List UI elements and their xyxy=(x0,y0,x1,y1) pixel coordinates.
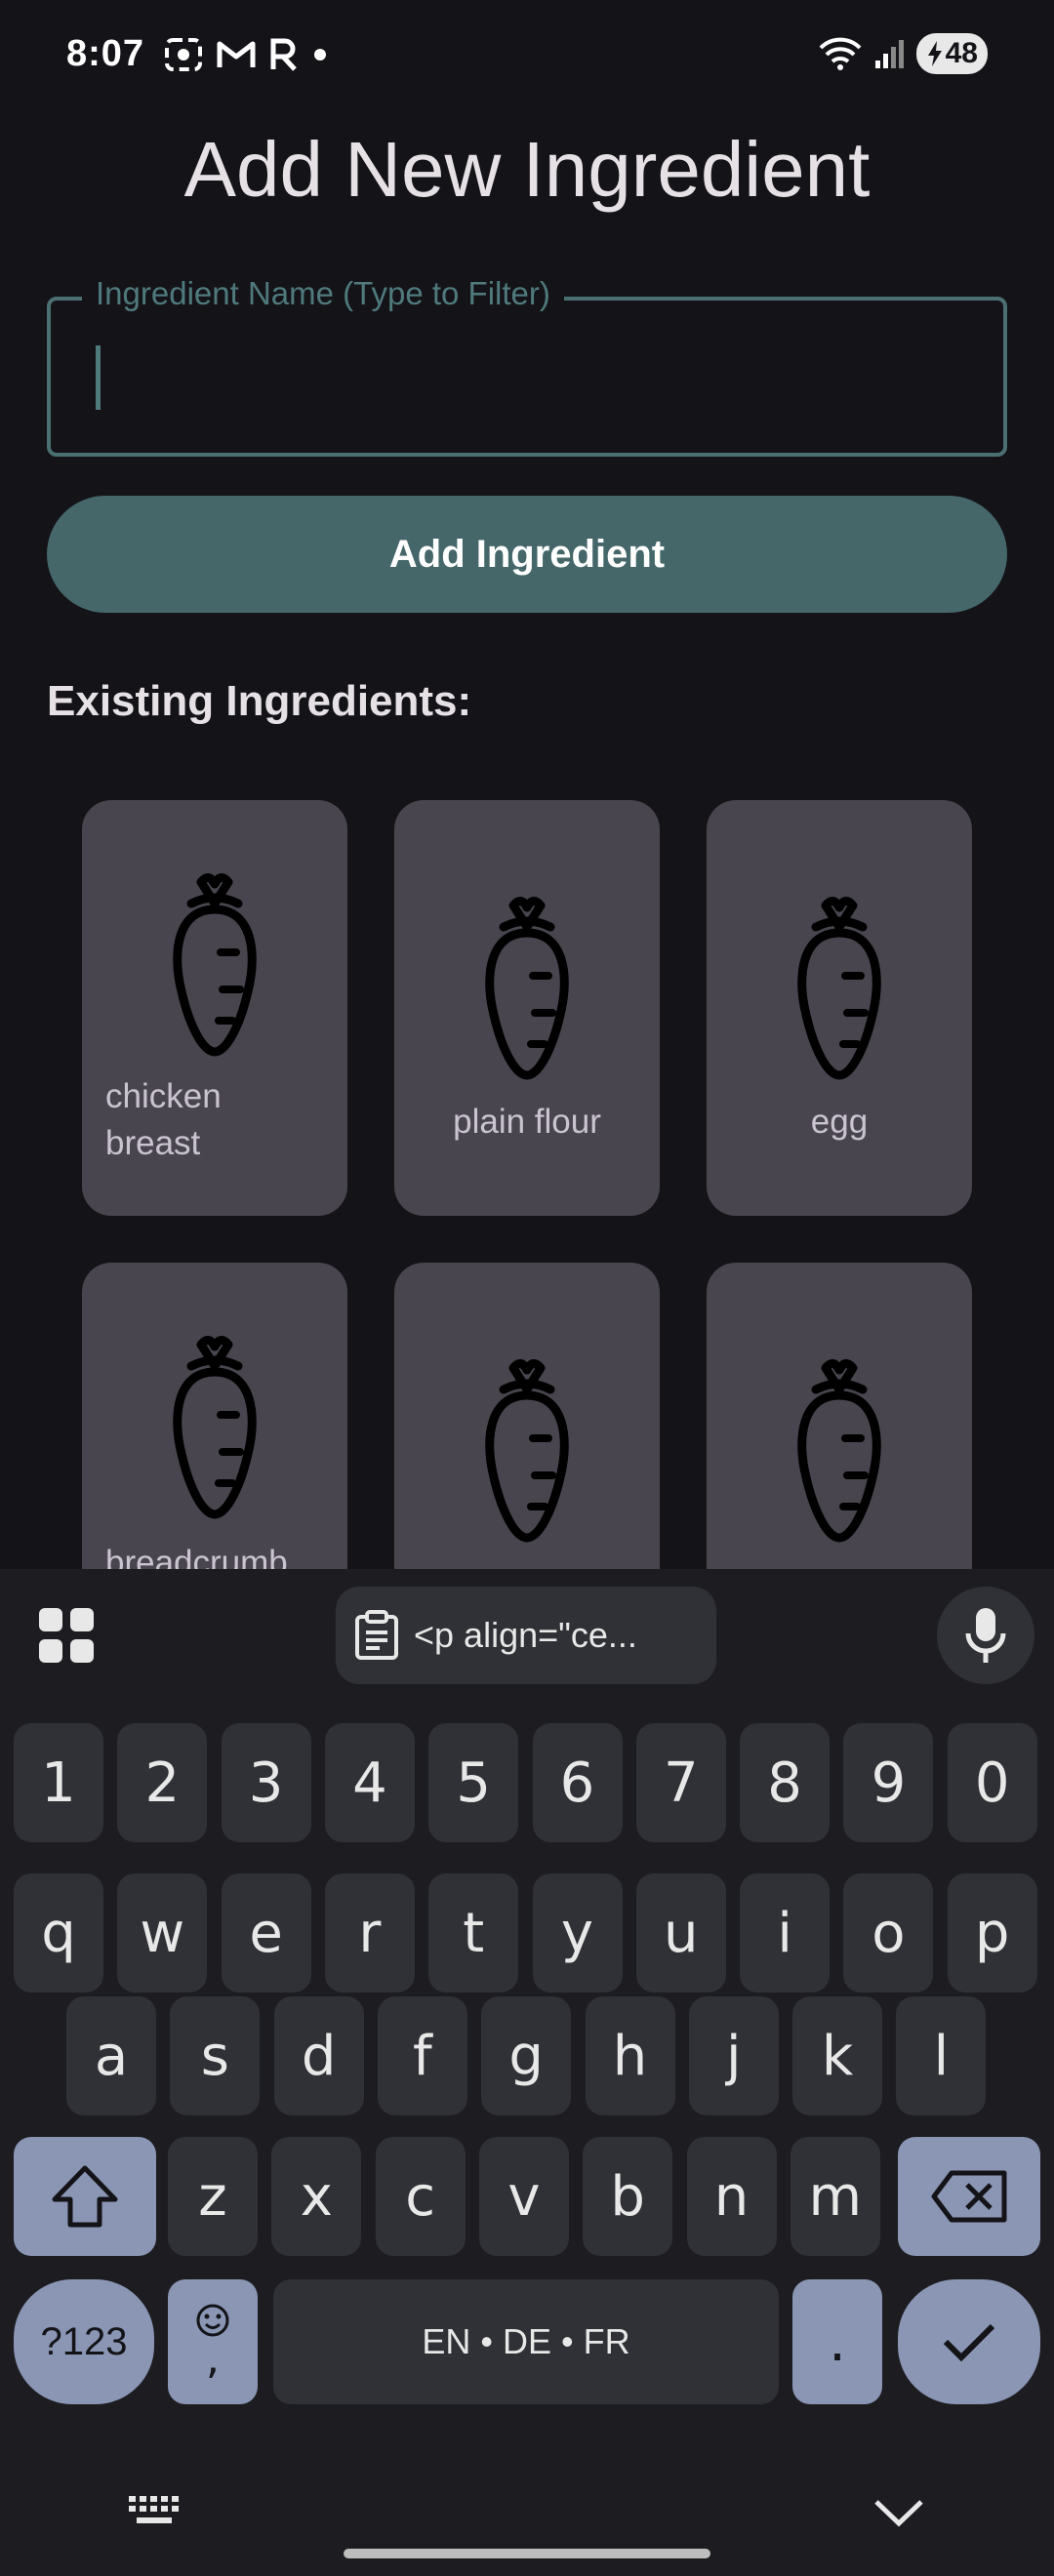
letter-w-key[interactable]: w xyxy=(117,1873,208,1992)
carrot-icon xyxy=(485,1359,569,1543)
dot-icon xyxy=(314,49,326,60)
ingredient-label: plain flour xyxy=(453,1103,601,1141)
ingredient-label: egg xyxy=(810,1103,869,1141)
hide-keyboard-icon[interactable] xyxy=(872,2496,925,2527)
number-8-key[interactable]: 8 xyxy=(740,1723,831,1842)
number-6-key[interactable]: 6 xyxy=(532,1723,623,1842)
shift-icon xyxy=(52,2165,118,2228)
carrot-icon xyxy=(173,873,257,1057)
ingredient-card[interactable]: chicken breast xyxy=(82,800,347,1216)
letter-x-key[interactable]: x xyxy=(271,2137,362,2256)
add-ingredient-button[interactable]: Add Ingredient xyxy=(47,496,1007,613)
page-title: Add New Ingredient xyxy=(183,126,871,213)
clipboard-text: <p align="ce... xyxy=(414,1615,637,1655)
carrot-icon xyxy=(485,897,569,1080)
battery-charging-icon xyxy=(927,41,942,66)
number-2-key[interactable]: 2 xyxy=(117,1723,208,1842)
signal-icon xyxy=(874,40,904,68)
microphone-icon xyxy=(965,1608,1006,1663)
number-4-key[interactable]: 4 xyxy=(324,1723,415,1842)
letter-g-key[interactable]: g xyxy=(481,1996,572,2115)
notification-icons xyxy=(164,37,328,72)
number-3-key[interactable]: 3 xyxy=(221,1723,311,1842)
letter-r-key[interactable]: r xyxy=(324,1873,415,1992)
existing-ingredients-heading: Existing Ingredients: xyxy=(47,677,472,725)
ingredient-label: chicken breast xyxy=(105,1073,222,1167)
backspace-key[interactable] xyxy=(898,2137,1040,2256)
letter-k-key[interactable]: k xyxy=(792,1996,883,2115)
carrot-icon xyxy=(173,1336,257,1519)
emoji-comma-key[interactable]: , xyxy=(168,2279,258,2404)
enter-key[interactable] xyxy=(898,2279,1040,2404)
letter-u-key[interactable]: u xyxy=(635,1873,726,1992)
letter-j-key[interactable]: j xyxy=(688,1996,779,2115)
letter-z-key[interactable]: z xyxy=(168,2137,258,2256)
number-0-key[interactable]: 0 xyxy=(947,1723,1037,1842)
letter-i-key[interactable]: i xyxy=(740,1873,831,1992)
letter-a-key[interactable]: a xyxy=(66,1996,156,2115)
letter-c-key[interactable]: c xyxy=(375,2137,466,2256)
clipboard-icon xyxy=(355,1610,398,1660)
voice-input-button[interactable] xyxy=(937,1587,1034,1684)
letter-q-key[interactable]: q xyxy=(14,1873,103,1992)
letter-n-key[interactable]: n xyxy=(686,2137,777,2256)
ingredient-name-label: Ingredient Name (Type to Filter) xyxy=(82,275,564,312)
home-gesture-handle[interactable] xyxy=(344,2549,710,2558)
emoji-icon xyxy=(196,2304,229,2337)
symbols-key[interactable]: ?123 xyxy=(14,2279,154,2404)
status-time: 8:07 xyxy=(66,33,145,74)
ingredient-card[interactable]: egg xyxy=(707,800,972,1216)
apps-grid-icon[interactable] xyxy=(37,1606,96,1665)
navigation-bar xyxy=(0,2459,1054,2576)
letter-v-key[interactable]: v xyxy=(478,2137,569,2256)
letter-t-key[interactable]: t xyxy=(428,1873,519,1992)
letter-b-key[interactable]: b xyxy=(583,2137,673,2256)
letter-d-key[interactable]: d xyxy=(273,1996,364,2115)
battery-indicator: 48 xyxy=(915,33,988,74)
on-screen-keyboard: <p align="ce... ?123 , EN • DE • FR . 12… xyxy=(0,1569,1054,2576)
number-1-key[interactable]: 1 xyxy=(14,1723,103,1842)
clipboard-suggestion[interactable]: <p align="ce... xyxy=(336,1587,716,1684)
system-icons: 48 xyxy=(819,33,988,74)
comma-label: , xyxy=(206,2334,220,2384)
letter-s-key[interactable]: s xyxy=(170,1996,261,2115)
letter-f-key[interactable]: f xyxy=(377,1996,467,2115)
carrot-icon xyxy=(797,897,881,1080)
carrot-icon xyxy=(797,1359,881,1543)
period-key[interactable]: . xyxy=(792,2279,882,2404)
ingredient-label-line1: chicken xyxy=(105,1077,222,1115)
number-9-key[interactable]: 9 xyxy=(843,1723,934,1842)
text-cursor xyxy=(96,345,101,410)
keyboard-switch-icon[interactable] xyxy=(127,2492,185,2527)
ingredient-card[interactable]: plain flour xyxy=(394,800,660,1216)
ingredient-label-line2: breast xyxy=(105,1124,201,1162)
letter-p-key[interactable]: p xyxy=(947,1873,1037,1992)
shift-key[interactable] xyxy=(14,2137,156,2256)
number-7-key[interactable]: 7 xyxy=(635,1723,726,1842)
letter-y-key[interactable]: y xyxy=(532,1873,623,1992)
status-bar: 8:07 48 xyxy=(0,0,1054,112)
gmail-icon xyxy=(217,41,256,67)
number-5-key[interactable]: 5 xyxy=(428,1723,519,1842)
backspace-icon xyxy=(931,2170,1007,2223)
r-app-icon xyxy=(270,38,297,71)
letter-h-key[interactable]: h xyxy=(585,1996,675,2115)
letter-o-key[interactable]: o xyxy=(843,1873,934,1992)
letter-m-key[interactable]: m xyxy=(790,2137,880,2256)
letter-e-key[interactable]: e xyxy=(221,1873,311,1992)
wifi-icon xyxy=(819,37,862,70)
checkmark-icon xyxy=(943,2323,995,2362)
battery-level: 48 xyxy=(945,37,978,69)
space-key[interactable]: EN • DE • FR xyxy=(273,2279,779,2404)
ingredient-name-field[interactable]: Ingredient Name (Type to Filter) xyxy=(47,275,1007,457)
screenshot-icon xyxy=(165,38,202,71)
letter-l-key[interactable]: l xyxy=(896,1996,987,2115)
